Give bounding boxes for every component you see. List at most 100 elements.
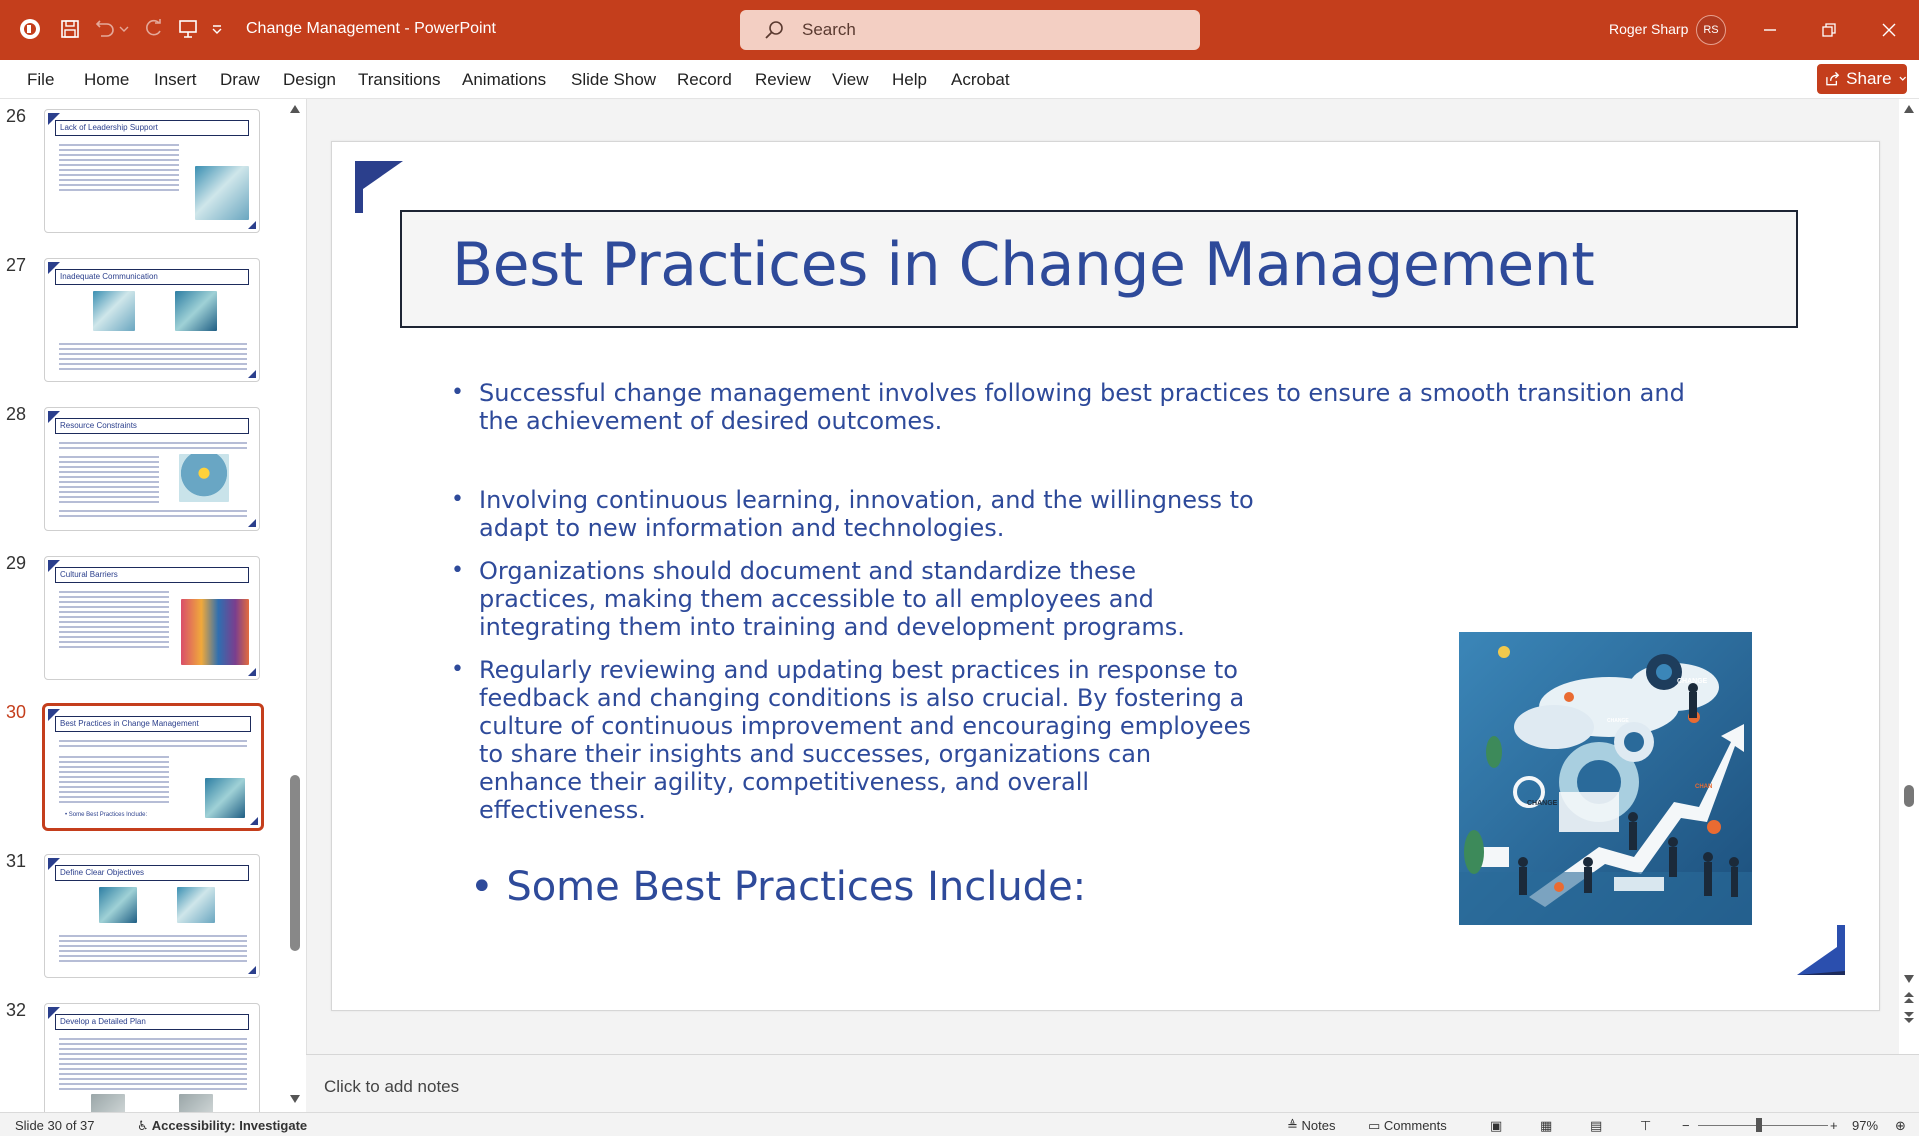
corner-decoration	[355, 161, 403, 213]
scrollbar-thumb[interactable]	[290, 775, 300, 951]
search-input[interactable]: Search	[740, 10, 1200, 50]
thumbnail-title: Lack of Leadership Support	[55, 120, 249, 136]
next-slide-icon[interactable]	[1903, 1011, 1915, 1025]
redo-icon[interactable]	[140, 16, 166, 42]
tab-design[interactable]: Design	[283, 70, 336, 90]
share-icon	[1826, 71, 1840, 86]
notes-button[interactable]: ≜ Notes	[1287, 1118, 1336, 1134]
accessibility-icon: ♿	[137, 1118, 149, 1133]
thumbnail-number: 32	[6, 1000, 27, 1020]
thumbnail-image	[181, 599, 249, 665]
tab-insert[interactable]: Insert	[154, 70, 197, 90]
scroll-down-icon[interactable]	[290, 1095, 300, 1103]
avatar[interactable]: RS	[1696, 15, 1726, 45]
slide-thumbnail-pane: 26 Lack of Leadership Support 27 Inadequ…	[0, 99, 306, 1112]
notes-placeholder: Click to add notes	[324, 1077, 460, 1096]
slide-thumbnail-30[interactable]: Best Practices in Change Management • So…	[42, 703, 264, 831]
thumbnail-title: Best Practices in Change Management	[55, 716, 251, 732]
reading-view-icon[interactable]: ▤	[1590, 1118, 1602, 1134]
slide-thumbnail-28[interactable]: Resource Constraints	[44, 407, 260, 531]
tab-draw[interactable]: Draw	[220, 70, 260, 90]
window-title: Change Management - PowerPoint	[246, 20, 496, 37]
share-button[interactable]: Share	[1817, 64, 1907, 94]
tab-slide-show[interactable]: Slide Show	[571, 70, 656, 90]
save-icon[interactable]	[57, 16, 83, 42]
slide-title-box[interactable]: Best Practices in Change Management	[400, 210, 1798, 328]
slide-thumbnail-31[interactable]: Define Clear Objectives	[44, 854, 260, 978]
zoom-out-icon[interactable]: −	[1682, 1118, 1690, 1133]
accessibility-button[interactable]: ♿ Accessibility: Investigate	[137, 1118, 307, 1134]
tab-help[interactable]: Help	[892, 70, 927, 90]
customize-toolbar-icon[interactable]	[210, 16, 224, 42]
slide-thumbnail-26[interactable]: Lack of Leadership Support	[44, 109, 260, 233]
thumbnail-scrollbar[interactable]	[287, 99, 303, 1112]
thumbnail-title: Inadequate Communication	[55, 269, 249, 285]
slide-title: Best Practices in Change Management	[452, 230, 1595, 300]
tab-review[interactable]: Review	[755, 70, 811, 90]
tab-transitions[interactable]: Transitions	[358, 70, 441, 90]
title-bar: Change Management - PowerPoint Search Ro…	[0, 0, 1919, 60]
image-label: CHANGE	[1677, 678, 1708, 685]
share-dropdown-icon	[1898, 76, 1906, 81]
comments-icon: ▭	[1368, 1118, 1381, 1133]
slide-thumbnail-32[interactable]: Develop a Detailed Plan	[44, 1003, 260, 1112]
scroll-up-icon[interactable]	[290, 105, 300, 113]
tab-record[interactable]: Record	[677, 70, 732, 90]
tab-view[interactable]: View	[832, 70, 869, 90]
thumbnail-image	[177, 887, 215, 923]
slide-bullet[interactable]: • Successful change management involves …	[451, 379, 1709, 435]
normal-view-icon[interactable]: ▣	[1490, 1118, 1502, 1134]
status-bar: Slide 30 of 37 ♿ Accessibility: Investig…	[0, 1112, 1919, 1136]
thumbnail-number: 30	[6, 702, 27, 722]
scroll-up-icon[interactable]	[1904, 105, 1914, 113]
slide-thumbnail-27[interactable]: Inadequate Communication	[44, 258, 260, 382]
ribbon-tabs: File Home Insert Draw Design Transitions…	[0, 60, 1919, 99]
minimize-icon[interactable]	[1754, 14, 1786, 46]
subheading-text: Some Best Practices Include:	[506, 864, 1087, 910]
scrollbar-thumb[interactable]	[1904, 785, 1914, 807]
undo-dropdown-icon[interactable]	[118, 16, 130, 42]
slide-subheading[interactable]: • Some Best Practices Include:	[470, 864, 1086, 910]
restore-icon[interactable]	[1813, 14, 1845, 46]
image-label: CHANGE	[1527, 800, 1558, 807]
user-name[interactable]: Roger Sharp	[1609, 21, 1688, 37]
slide-bullet[interactable]: • Involving continuous learning, innovat…	[451, 486, 1259, 542]
zoom-slider[interactable]	[1698, 1125, 1828, 1126]
tab-home[interactable]: Home	[84, 70, 129, 90]
zoom-level[interactable]: 97%	[1852, 1118, 1878, 1133]
corner-decoration	[1797, 925, 1845, 975]
slide-bullet[interactable]: • Regularly reviewing and updating best …	[451, 656, 1259, 824]
bullet-text: Organizations should document and standa…	[479, 557, 1185, 641]
scroll-down-icon[interactable]	[1904, 975, 1914, 983]
tab-acrobat[interactable]: Acrobat	[951, 70, 1010, 90]
tab-file[interactable]: File	[27, 70, 54, 90]
thumbnail-number: 26	[6, 106, 27, 126]
change-illustration-image[interactable]: CHANGE CHANGE CHANGE CHAN	[1459, 632, 1752, 925]
undo-icon[interactable]	[92, 16, 118, 42]
slide-thumbnail-29[interactable]: Cultural Barriers	[44, 556, 260, 680]
illustration-art	[1459, 632, 1752, 925]
slide-sorter-icon[interactable]: ▦	[1540, 1118, 1552, 1134]
zoom-in-icon[interactable]: +	[1830, 1118, 1838, 1133]
powerpoint-logo-icon[interactable]	[17, 16, 43, 42]
thumbnail-image	[179, 1094, 213, 1112]
slide-scrollbar[interactable]	[1899, 99, 1919, 1054]
thumbnail-mini-bullet: • Some Best Practices Include:	[65, 812, 148, 818]
close-icon[interactable]	[1873, 14, 1905, 46]
zoom-slider-handle[interactable]	[1756, 1118, 1762, 1132]
start-presentation-icon[interactable]	[175, 16, 201, 42]
fit-to-window-icon[interactable]: ⊕	[1895, 1118, 1906, 1134]
thumbnail-title: Cultural Barriers	[55, 567, 249, 583]
tab-animations[interactable]: Animations	[462, 70, 546, 90]
previous-slide-icon[interactable]	[1903, 991, 1915, 1005]
notes-pane[interactable]: Click to add notes	[306, 1054, 1919, 1112]
bullet-text: Involving continuous learning, innovatio…	[479, 486, 1254, 542]
thumbnail-image	[205, 778, 245, 818]
thumbnail-title: Resource Constraints	[55, 418, 249, 434]
slide-bullet[interactable]: • Organizations should document and stan…	[451, 557, 1259, 641]
thumbnail-image	[93, 291, 135, 331]
thumbnail-image	[175, 291, 217, 331]
comments-button[interactable]: ▭ Comments	[1368, 1118, 1447, 1134]
slide-show-icon[interactable]: ⊤	[1640, 1118, 1651, 1134]
accessibility-label: Accessibility: Investigate	[151, 1118, 308, 1133]
